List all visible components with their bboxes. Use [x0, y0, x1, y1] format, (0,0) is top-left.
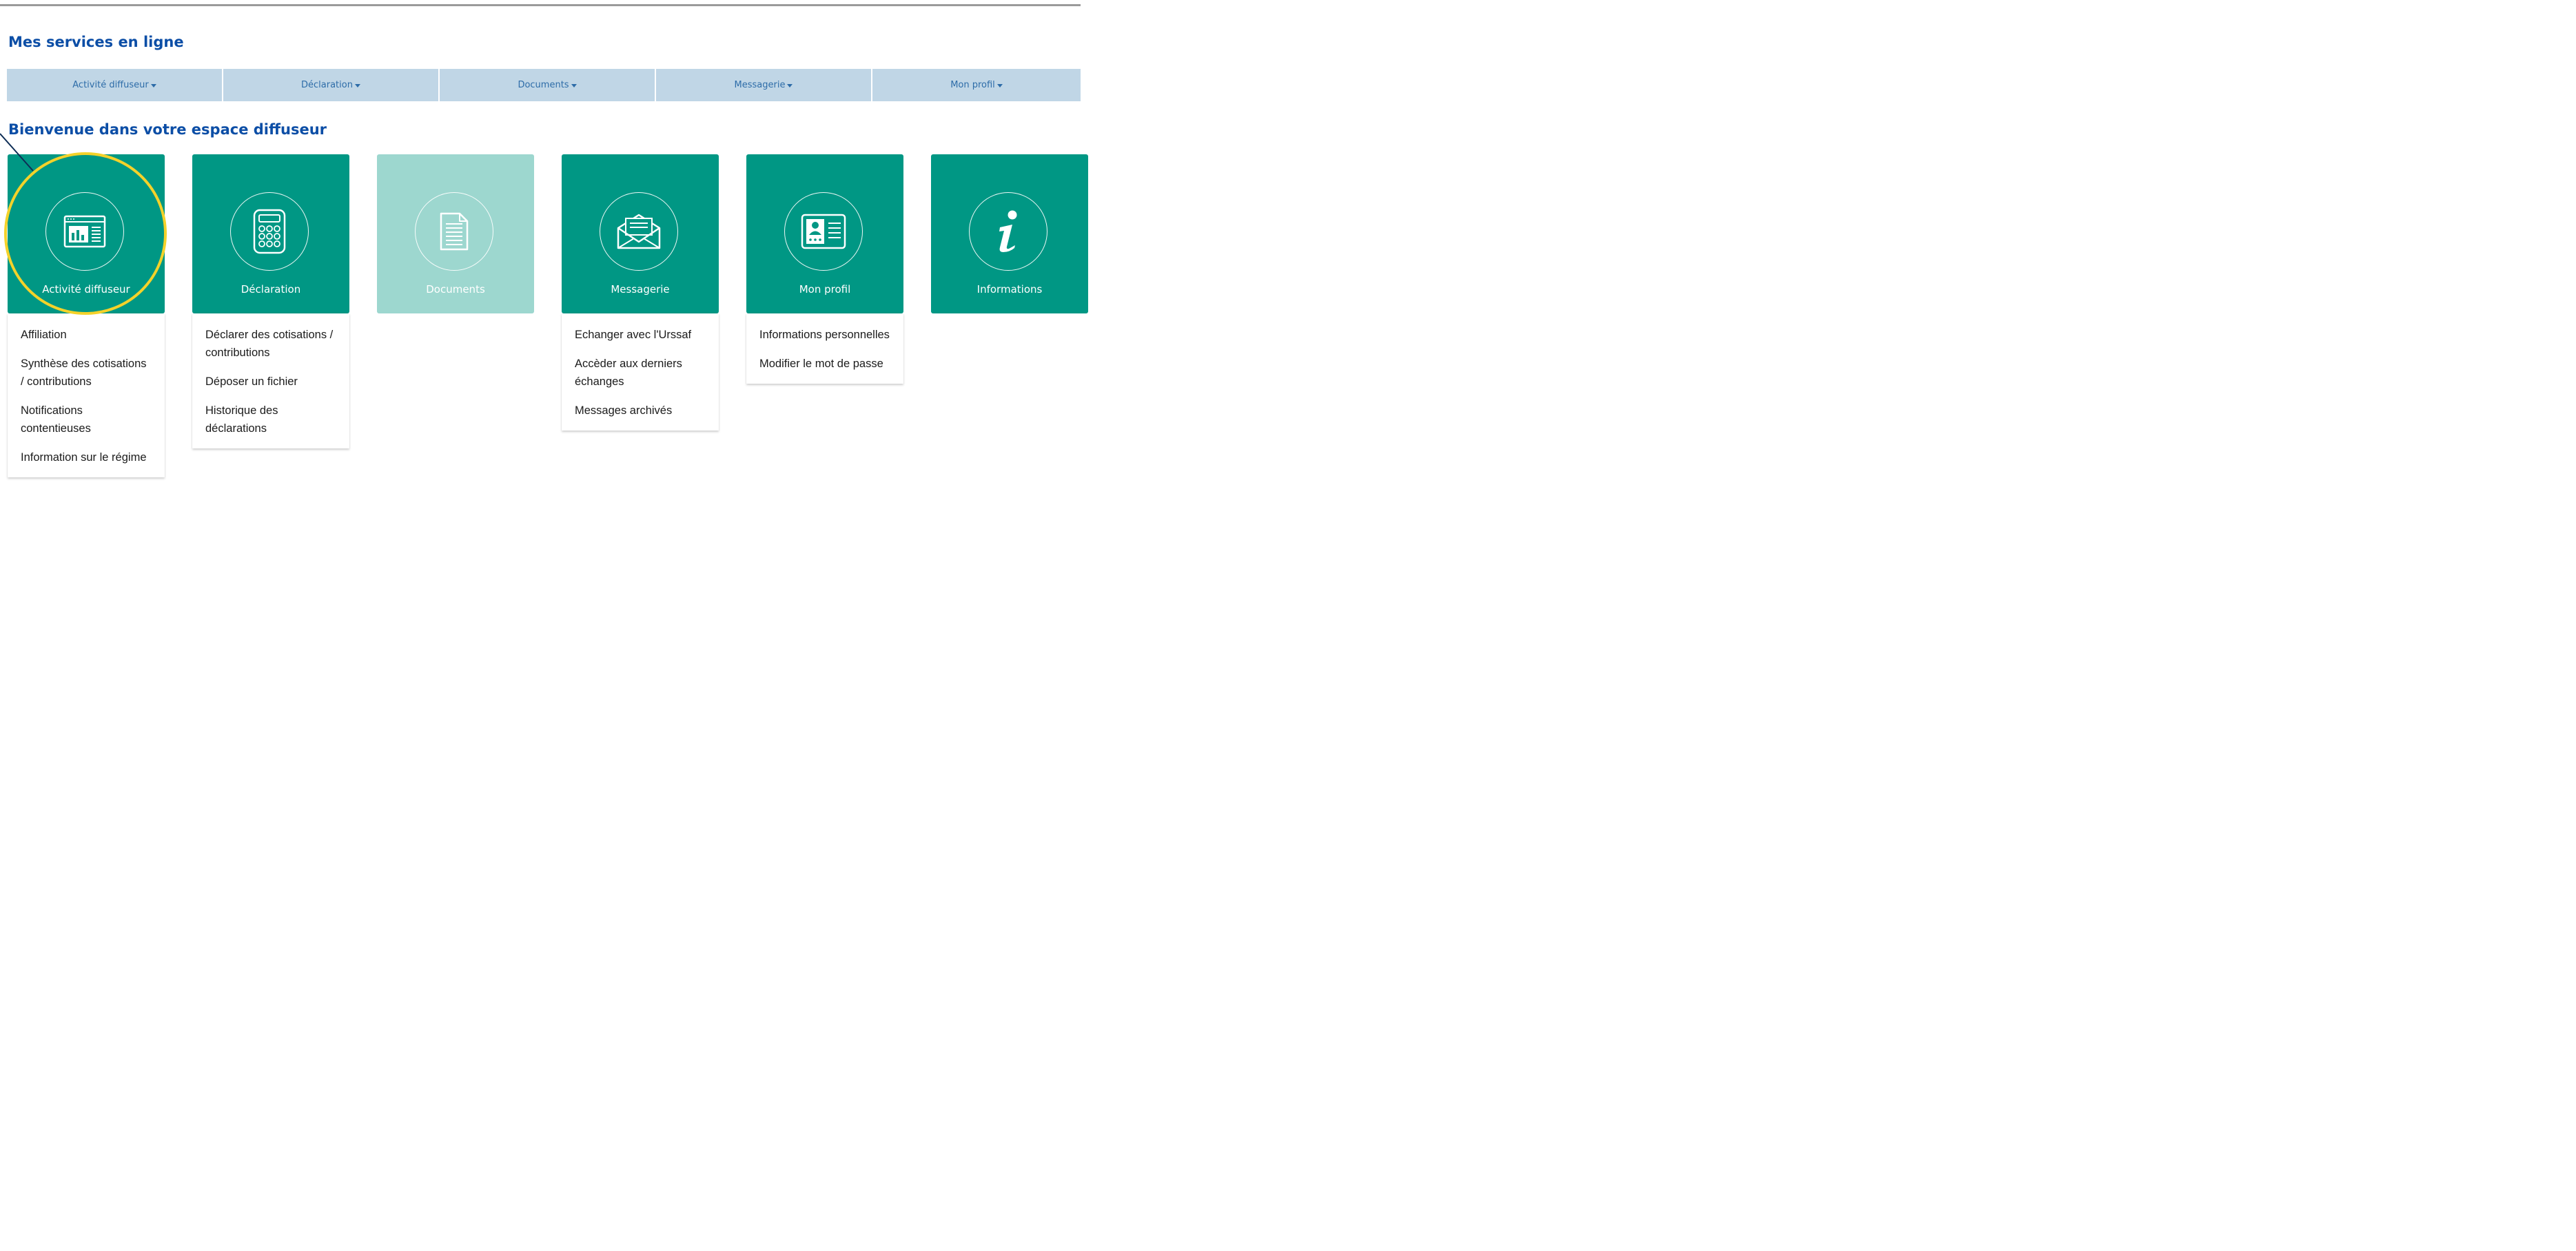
- tile-icon-circle: [45, 192, 124, 271]
- nav-label: Mon profil: [950, 80, 995, 90]
- tile-messagerie-links: Echanger avec l'Urssaf Accèder aux derni…: [562, 313, 719, 431]
- tile-informations[interactable]: Informations: [931, 154, 1088, 313]
- tile-label: Documents: [426, 283, 485, 296]
- tile-icon-circle: [230, 192, 309, 271]
- nav-label: Activité diffuseur: [72, 80, 149, 90]
- tile-icon-circle: [600, 192, 678, 271]
- main-nav: Activité diffuseur Déclaration Documents…: [7, 69, 1081, 101]
- link-information-regime[interactable]: Information sur le régime: [21, 448, 151, 466]
- nav-label: Déclaration: [301, 80, 353, 90]
- tile-icon-circle: [784, 192, 863, 271]
- tile-label: Déclaration: [241, 283, 301, 296]
- page-title: Mes services en ligne: [8, 34, 184, 50]
- nav-label: Documents: [518, 80, 569, 90]
- tile-documents[interactable]: Documents: [377, 154, 534, 313]
- tile-declaration-links: Déclarer des cotisations / contributions…: [192, 313, 349, 448]
- tile-label: Informations: [977, 283, 1043, 296]
- tile-icon-circle: [969, 192, 1047, 271]
- link-synthese-cotisations[interactable]: Synthèse des cotisations / contributions: [21, 355, 151, 391]
- caret-down-icon: [787, 84, 793, 87]
- nav-declaration[interactable]: Déclaration: [223, 69, 440, 101]
- tile-activite-diffuseur-links: Affiliation Synthèse des cotisations / c…: [8, 313, 165, 477]
- link-derniers-echanges[interactable]: Accèder aux derniers échanges: [575, 355, 705, 391]
- link-echanger-urssaf[interactable]: Echanger avec l'Urssaf: [575, 326, 705, 344]
- calculator-icon: [253, 209, 286, 254]
- tile-icon-circle: [415, 192, 493, 271]
- tile-label: Messagerie: [611, 283, 670, 296]
- link-deposer-fichier[interactable]: Déposer un fichier: [205, 373, 336, 391]
- profile-card-icon: [801, 214, 846, 249]
- link-informations-personnelles[interactable]: Informations personnelles: [759, 326, 890, 344]
- tile-activite-diffuseur[interactable]: Activité diffuseur: [8, 154, 165, 313]
- nav-mon-profil[interactable]: Mon profil: [872, 69, 1081, 101]
- tile-label: Mon profil: [799, 283, 851, 296]
- tile-mon-profil-links: Informations personnelles Modifier le mo…: [746, 313, 903, 384]
- tile-messagerie[interactable]: Messagerie: [562, 154, 719, 313]
- tile-label: Activité diffuseur: [42, 283, 130, 296]
- link-modifier-mot-de-passe[interactable]: Modifier le mot de passe: [759, 355, 890, 373]
- caret-down-icon: [571, 84, 577, 87]
- tile-mon-profil[interactable]: Mon profil: [746, 154, 903, 313]
- top-rule: [0, 4, 1081, 6]
- tile-declaration[interactable]: Déclaration: [192, 154, 349, 313]
- caret-down-icon: [150, 84, 156, 87]
- link-historique-declarations[interactable]: Historique des déclarations: [205, 402, 336, 437]
- nav-label: Messagerie: [734, 80, 786, 90]
- envelope-icon: [617, 214, 661, 249]
- link-affiliation[interactable]: Affiliation: [21, 326, 151, 344]
- info-icon: [999, 210, 1017, 252]
- nav-documents[interactable]: Documents: [440, 69, 656, 101]
- link-declarer-cotisations[interactable]: Déclarer des cotisations / contributions: [205, 326, 336, 362]
- document-icon: [440, 212, 469, 251]
- caret-down-icon: [996, 84, 1003, 87]
- nav-messagerie[interactable]: Messagerie: [656, 69, 872, 101]
- welcome-heading: Bienvenue dans votre espace diffuseur: [8, 121, 327, 138]
- link-messages-archives[interactable]: Messages archivés: [575, 402, 705, 420]
- caret-down-icon: [354, 84, 360, 87]
- link-notifications-contentieuses[interactable]: Notifications contentieuses: [21, 402, 151, 437]
- dashboard-chart-icon: [63, 215, 106, 248]
- nav-activite-diffuseur[interactable]: Activité diffuseur: [7, 69, 223, 101]
